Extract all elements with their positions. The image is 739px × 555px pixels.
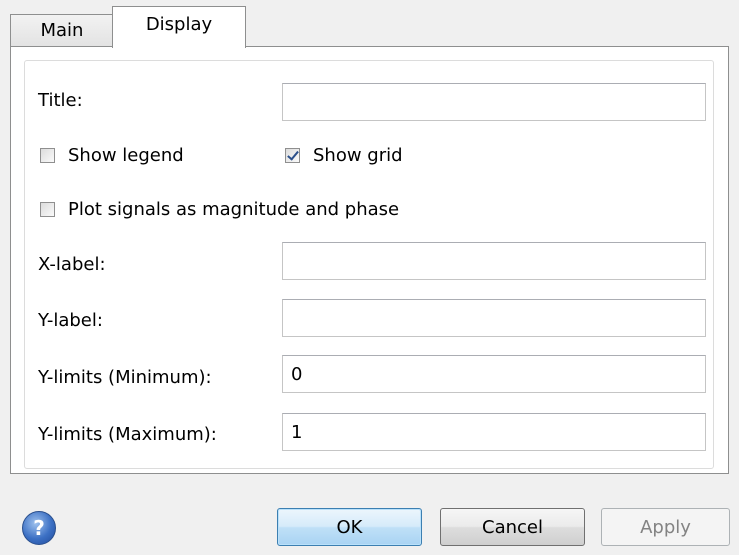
y-limits-min-field[interactable] bbox=[282, 355, 706, 393]
cancel-button[interactable]: Cancel bbox=[440, 508, 585, 546]
show-legend-option[interactable]: Show legend bbox=[40, 145, 184, 166]
y-limits-max-field[interactable] bbox=[282, 413, 706, 451]
magnitude-phase-option[interactable]: Plot signals as magnitude and phase bbox=[40, 199, 399, 220]
show-grid-checkbox[interactable] bbox=[285, 148, 300, 163]
magnitude-phase-label: Plot signals as magnitude and phase bbox=[68, 199, 400, 220]
tab-main[interactable]: Main bbox=[10, 14, 114, 46]
y-label-field[interactable] bbox=[282, 299, 706, 337]
title-field[interactable] bbox=[282, 83, 706, 121]
show-grid-option[interactable]: Show grid bbox=[285, 145, 403, 166]
tab-main-label: Main bbox=[40, 20, 84, 41]
tab-display-label: Display bbox=[145, 14, 213, 35]
help-icon-glyph: ? bbox=[33, 516, 45, 540]
y-label-label: Y-label: bbox=[38, 310, 103, 331]
tab-display[interactable]: Display bbox=[112, 6, 246, 48]
y-limits-min-label: Y-limits (Minimum): bbox=[38, 367, 212, 388]
apply-button[interactable]: Apply bbox=[601, 508, 730, 546]
magnitude-phase-checkbox[interactable] bbox=[40, 202, 55, 217]
x-label-field[interactable] bbox=[282, 242, 706, 280]
y-limits-max-label: Y-limits (Maximum): bbox=[38, 424, 217, 445]
x-label-label: X-label: bbox=[38, 254, 106, 275]
show-grid-label: Show grid bbox=[313, 145, 403, 166]
show-legend-label: Show legend bbox=[68, 145, 184, 166]
show-legend-checkbox[interactable] bbox=[40, 148, 55, 163]
title-label: Title: bbox=[38, 90, 83, 111]
ok-button[interactable]: OK bbox=[277, 508, 422, 546]
help-icon[interactable]: ? bbox=[22, 511, 56, 545]
